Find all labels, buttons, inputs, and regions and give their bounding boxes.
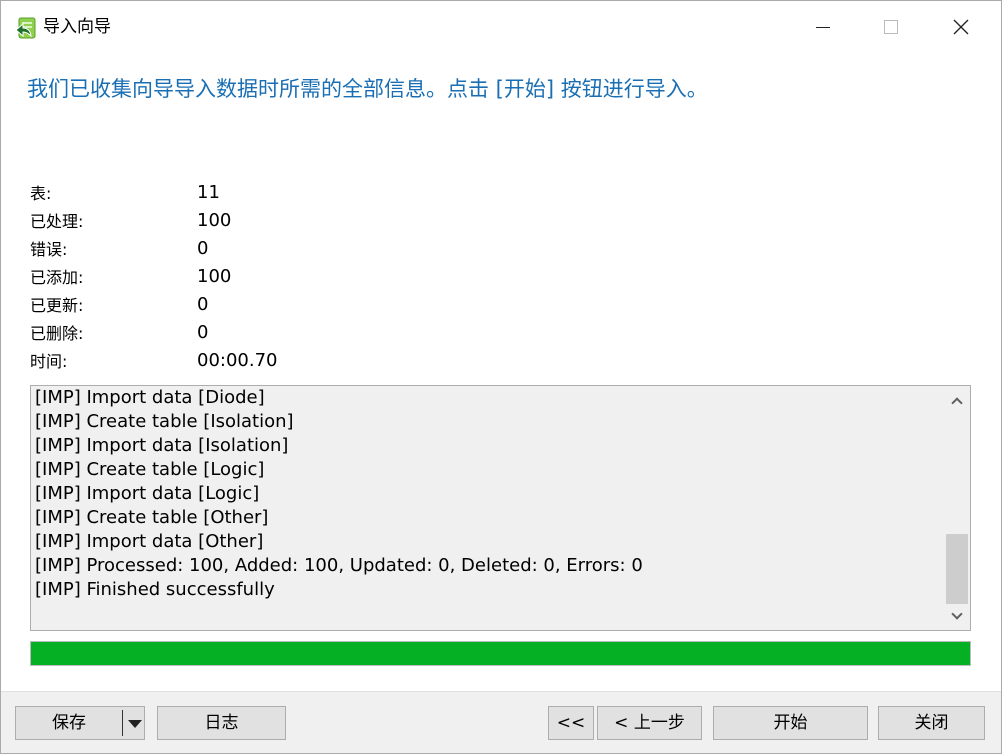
first-step-button[interactable]: << [548, 706, 594, 740]
stat-value: 100 [197, 210, 232, 231]
stat-label: 已删除: [30, 324, 84, 343]
stat-row-deleted: 已删除: 0 [30, 320, 430, 348]
import-wizard-icon [15, 17, 36, 39]
scroll-up-button[interactable] [944, 386, 970, 414]
close-icon [953, 19, 969, 35]
chevron-down-icon [951, 607, 963, 620]
log-line: [IMP] Import data [Diode] [35, 387, 265, 408]
title-bar: 导入向导 [1, 1, 1001, 53]
scroll-thumb[interactable] [946, 534, 968, 604]
import-statistics: 表: 11 已处理: 100 错误: 0 已添加: 100 已更新: 0 已删除… [30, 180, 430, 376]
stat-label: 表: [30, 184, 52, 203]
stat-row-tables: 表: 11 [30, 180, 430, 208]
log-line: [IMP] Import data [Logic] [35, 483, 260, 504]
log-line: [IMP] Processed: 100, Added: 100, Update… [35, 555, 643, 576]
wizard-footer: 保存 日志 << < 上一步 开始 关闭 [1, 691, 1001, 753]
wizard-instruction: 我们已收集向导导入数据时所需的全部信息。点击 [开始] 按钮进行导入。 [27, 77, 708, 101]
caret-down-icon[interactable] [128, 720, 142, 728]
minimize-icon [816, 26, 830, 28]
split-divider [122, 710, 123, 736]
import-wizard-window: 导入向导 我们已收集向导导入数据时所需的全部信息。点击 [开始] 按钮进行导入。… [0, 0, 1002, 754]
stat-label: 已更新: [30, 296, 84, 315]
stat-row-errors: 错误: 0 [30, 236, 430, 264]
minimize-button[interactable] [791, 1, 855, 53]
stat-row-processed: 已处理: 100 [30, 208, 430, 236]
stat-row-added: 已添加: 100 [30, 264, 430, 292]
scroll-down-button[interactable] [944, 602, 970, 630]
log-line: [IMP] Create table [Other] [35, 507, 269, 528]
log-lines: [IMP] Import data [Diode] [IMP] Create t… [35, 386, 940, 602]
stat-value: 00:00.70 [197, 350, 278, 371]
start-button[interactable]: 开始 [713, 706, 868, 740]
maximize-icon [884, 20, 898, 34]
stat-value: 11 [197, 182, 220, 203]
close-button[interactable]: 关闭 [878, 706, 985, 740]
stat-row-updated: 已更新: 0 [30, 292, 430, 320]
window-title: 导入向导 [43, 17, 111, 37]
previous-step-button[interactable]: < 上一步 [597, 706, 702, 740]
import-progress-bar [30, 641, 971, 666]
save-button-label: 保存 [52, 713, 86, 733]
maximize-button[interactable] [859, 1, 923, 53]
stat-label: 错误: [30, 240, 68, 259]
log-button[interactable]: 日志 [157, 706, 286, 740]
log-line: [IMP] Create table [Logic] [35, 459, 265, 480]
stat-label: 时间: [30, 352, 68, 371]
stat-value: 100 [197, 266, 232, 287]
chevron-up-icon [951, 396, 963, 409]
save-button[interactable]: 保存 [15, 706, 145, 740]
stat-value: 0 [197, 294, 209, 315]
log-line: [IMP] Create table [Isolation] [35, 411, 294, 432]
close-window-button[interactable] [929, 1, 993, 53]
log-line: [IMP] Import data [Isolation] [35, 435, 289, 456]
stat-label: 已添加: [30, 268, 84, 287]
progress-fill [31, 642, 970, 665]
log-line: [IMP] Import data [Other] [35, 531, 264, 552]
stat-value: 0 [197, 322, 209, 343]
stat-label: 已处理: [30, 212, 84, 231]
import-log[interactable]: [IMP] Import data [Diode] [IMP] Create t… [30, 385, 971, 631]
log-line: [IMP] Finished successfully [35, 579, 275, 600]
log-scrollbar[interactable] [944, 386, 970, 630]
stat-row-time: 时间: 00:00.70 [30, 348, 430, 376]
stat-value: 0 [197, 238, 209, 259]
